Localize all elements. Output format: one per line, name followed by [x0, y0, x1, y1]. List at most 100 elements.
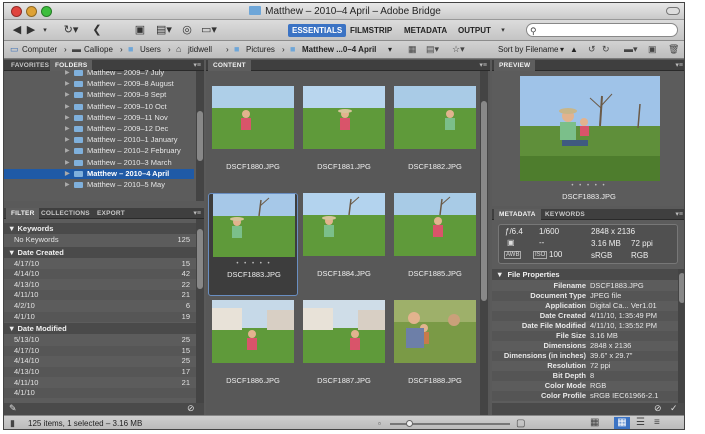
zoom-in-icon[interactable]: ▢	[516, 418, 525, 429]
filter-row[interactable]: 4/13/10 22	[4, 280, 196, 290]
thumbnail-size-slider[interactable]	[390, 420, 510, 427]
zoom-out-icon[interactable]: ▫	[378, 419, 381, 428]
disclosure-triangle-icon[interactable]: ▶	[65, 135, 70, 145]
metadata-value[interactable]: 72 ppi	[590, 361, 610, 371]
breadcrumb-computer[interactable]: Computer	[22, 44, 57, 56]
folder-tree-item[interactable]: ▶ Matthew – 2009–12 Dec	[4, 124, 194, 134]
disclosure-triangle-icon[interactable]: ▶	[65, 169, 70, 179]
folders-scrollbar[interactable]	[196, 71, 204, 201]
refine-icon[interactable]: ▤▾	[154, 23, 174, 38]
thumbnail-item[interactable]: DSCF1881.JPG	[299, 86, 389, 189]
panel-menu-icon[interactable]: ▾≡	[675, 210, 683, 218]
return-to-photoshop-icon[interactable]: ❮	[90, 23, 104, 38]
scrollbar-thumb[interactable]	[481, 101, 487, 301]
content-scrollbar[interactable]	[480, 71, 488, 415]
breadcrumb-pictures[interactable]: Pictures	[246, 44, 275, 56]
metadata-value[interactable]: DSCF1883.JPG	[590, 281, 644, 291]
view-options-icon[interactable]: ▤▾	[426, 44, 439, 55]
disclosure-triangle-icon[interactable]: ▶	[65, 180, 70, 190]
breadcrumb-chevron-icon[interactable]: ▾	[388, 44, 392, 56]
file-properties-header[interactable]: ▼ File Properties	[492, 269, 678, 280]
filter-row[interactable]: No Keywords 125	[4, 235, 196, 245]
metadata-value[interactable]: sRGB IEC61966-2.1	[590, 391, 658, 401]
breadcrumb-calliope[interactable]: Calliope	[84, 44, 113, 56]
folder-tree-item[interactable]: ▶ Matthew – 2009–9 Sept	[4, 90, 194, 100]
preview-rating[interactable]: • • • • •	[492, 183, 684, 189]
view-details-icon[interactable]: ☰	[636, 417, 645, 428]
scrollbar-thumb[interactable]	[679, 273, 684, 303]
workspace-menu-chevron-icon[interactable]: ▾	[498, 23, 508, 38]
toolbar-toggle-button[interactable]	[666, 7, 680, 15]
trash-icon[interactable]: 🗑	[668, 44, 679, 55]
workspace-filmstrip[interactable]: FILMSTRIP	[346, 24, 396, 37]
tab-metadata[interactable]: METADATA	[494, 209, 541, 220]
back-arrow-icon[interactable]: ◀	[10, 23, 24, 38]
search-input[interactable]: ⚲	[526, 23, 678, 37]
tab-collections[interactable]: COLLECTIONS	[36, 208, 95, 219]
folder-tree-item[interactable]: ▶ Matthew – 2009–8 August	[4, 79, 194, 89]
thumbnail-image[interactable]	[303, 193, 385, 256]
apply-checkmark-icon[interactable]: ✓	[670, 403, 678, 414]
tab-content[interactable]: CONTENT	[208, 60, 251, 71]
metadata-value[interactable]: 2848 x 2136	[590, 341, 631, 351]
metadata-value[interactable]: RGB	[590, 381, 606, 391]
metadata-value[interactable]: Digital Ca... Ver1.01	[590, 301, 657, 311]
filter-group-keywords[interactable]: ▼ Keywords	[4, 223, 196, 234]
disclosure-triangle-icon[interactable]: ▶	[65, 79, 70, 89]
chevron-down-icon[interactable]: ▾	[40, 23, 50, 38]
panel-menu-icon[interactable]: ▾≡	[479, 61, 487, 69]
filter-group-date-modified[interactable]: ▼ Date Modified	[4, 323, 196, 335]
scrollbar-thumb[interactable]	[197, 229, 203, 289]
filter-row[interactable]: 4/11/10 21	[4, 290, 196, 301]
workspace-metadata[interactable]: METADATA	[400, 24, 451, 37]
disclosure-triangle-icon[interactable]: ▶	[65, 68, 70, 78]
metadata-value[interactable]: JPEG file	[590, 291, 621, 301]
workspace-essentials[interactable]: ESSENTIALS	[288, 24, 347, 37]
output-icon[interactable]: ▭▾	[198, 23, 220, 38]
thumbnail-image[interactable]	[394, 300, 476, 363]
disclosure-triangle-icon[interactable]: ▶	[65, 102, 70, 112]
panel-menu-icon[interactable]: ▾≡	[675, 61, 683, 69]
thumbnail-image[interactable]	[212, 300, 294, 363]
breadcrumb-users[interactable]: Users	[140, 44, 161, 56]
open-recent-icon[interactable]: ▬▾	[624, 44, 638, 55]
rating-dots[interactable]: • • • • •	[209, 261, 299, 267]
panel-menu-icon[interactable]: ▾≡	[193, 61, 201, 69]
panel-menu-icon[interactable]: ▾≡	[193, 209, 201, 217]
thumbnail-quality-icon[interactable]: ▦	[408, 44, 417, 55]
thumbnail-item[interactable]: • • • • • DSCF1883.JPG	[208, 193, 298, 296]
sort-dropdown[interactable]: Sort by Filename	[498, 44, 558, 56]
tab-preview[interactable]: PREVIEW	[494, 60, 536, 71]
disclosure-triangle-icon[interactable]: ▶	[65, 113, 70, 123]
metadata-value[interactable]: 8	[590, 371, 594, 381]
thumbnail-image[interactable]	[303, 300, 385, 363]
metadata-value[interactable]: 4/11/10, 1:35:49 PM	[590, 311, 657, 321]
forward-arrow-icon[interactable]: ▶	[24, 23, 38, 38]
thumbnail-item[interactable]: DSCF1888.JPG	[390, 300, 480, 403]
thumbnail-item[interactable]: DSCF1880.JPG	[208, 86, 298, 189]
folder-tree-item[interactable]: ▶ Matthew – 2010–1 January	[4, 135, 194, 145]
filter-row[interactable]: 4/17/10 15	[4, 259, 196, 269]
view-thumbnails-icon[interactable]: ▦	[614, 417, 630, 429]
disclosure-triangle-icon[interactable]: ▶	[65, 158, 70, 168]
slider-handle[interactable]	[406, 420, 413, 427]
rotate-left-icon[interactable]: ↺	[588, 44, 596, 55]
metadata-scrollbar[interactable]	[678, 269, 684, 403]
rotate-right-icon[interactable]: ↻	[602, 44, 610, 55]
preview-image[interactable]	[520, 76, 660, 181]
filter-star-icon[interactable]: ☆▾	[452, 44, 465, 55]
filter-group-date-created[interactable]: ▼ Date Created	[4, 246, 196, 258]
disclosure-triangle-icon[interactable]: ▶	[65, 124, 70, 134]
folder-tree-item[interactable]: ▶ Matthew – 2010–4 April	[4, 168, 194, 179]
filter-row[interactable]: 4/17/10 15	[4, 345, 196, 356]
filter-row[interactable]: 5/13/10 25	[4, 335, 196, 345]
lock-grid-icon[interactable]: ▦	[590, 417, 599, 428]
sort-chevron-icon[interactable]: ▾	[560, 44, 564, 56]
filter-row[interactable]: 4/14/10 25	[4, 356, 196, 366]
sort-direction-icon[interactable]: ▲	[570, 44, 578, 56]
filter-row[interactable]: 4/11/10 21	[4, 378, 196, 388]
thumbnail-item[interactable]: DSCF1886.JPG	[208, 300, 298, 403]
workspace-output[interactable]: OUTPUT	[454, 24, 495, 37]
pin-icon[interactable]: ✎	[9, 403, 17, 414]
open-in-camera-raw-icon[interactable]: ◎	[180, 23, 194, 38]
